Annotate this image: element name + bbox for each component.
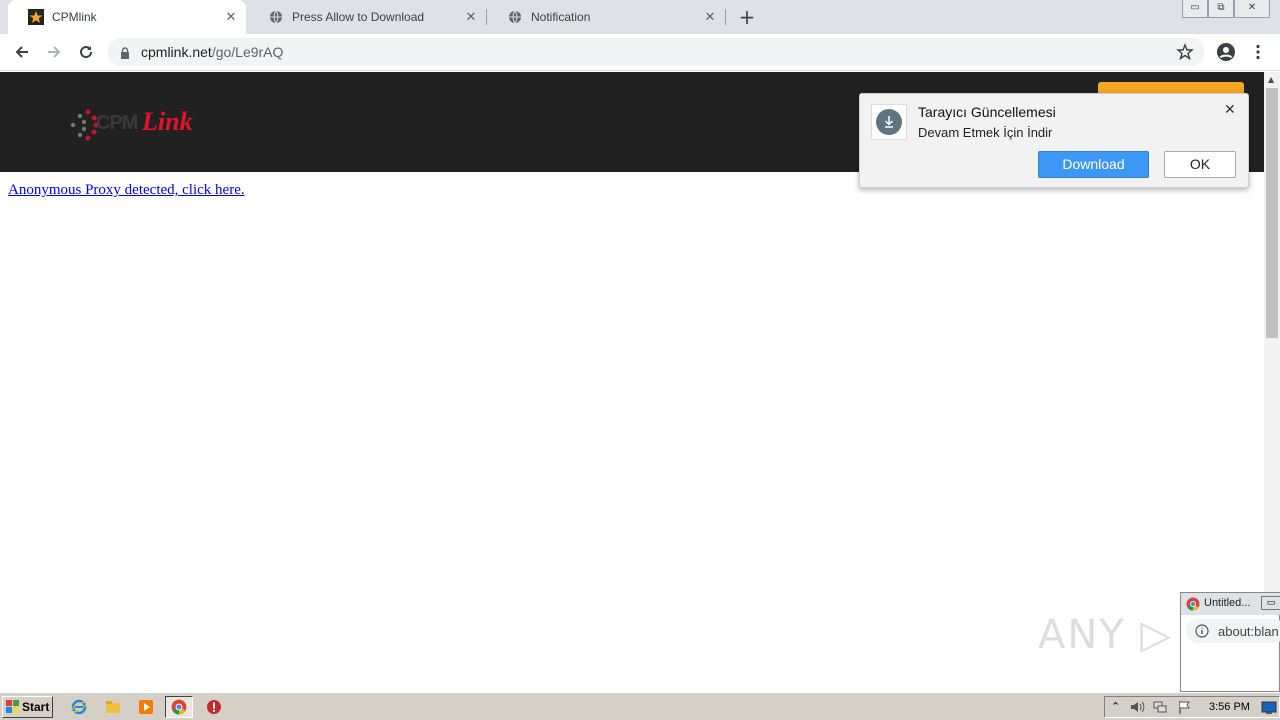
menu-button[interactable] [1246, 40, 1270, 64]
tab-label: CPMlink [52, 10, 97, 24]
scroll-up-arrow-icon[interactable]: ▲ [1268, 75, 1274, 84]
download-button[interactable]: Download [1038, 151, 1149, 178]
notification-message: Devam Etmek İçin İndir [918, 125, 1053, 140]
chrome-icon [171, 699, 187, 715]
logo-link-text: Link [142, 107, 193, 136]
mini-url-text: about:blan [1218, 624, 1279, 639]
tab-label: Press Allow to Download [292, 10, 425, 24]
start-label: Start [22, 700, 50, 714]
tab-label: Notification [531, 10, 591, 24]
tab-divider [725, 9, 726, 25]
internet-explorer-icon[interactable] [70, 698, 88, 716]
tab-press-allow[interactable]: Press Allow to Download ✕ [248, 0, 486, 34]
reload-icon [80, 46, 93, 59]
restore-button[interactable]: ⧉ [1208, 0, 1234, 18]
background-chrome-window[interactable]: Untitled... ▭ about:blan [1180, 592, 1280, 692]
action-center-flag-icon[interactable] [1177, 699, 1193, 719]
forward-button[interactable] [42, 40, 66, 64]
ok-button[interactable]: OK [1164, 151, 1236, 178]
url-text: cpmlink.net/go/Le9rAQ [141, 44, 284, 60]
address-bar[interactable]: cpmlink.net/go/Le9rAQ [108, 38, 1204, 66]
windows-taskbar: Start ⌃ 3:56 PM [0, 692, 1280, 720]
network-icon[interactable] [1152, 699, 1168, 719]
chrome-icon [1186, 597, 1200, 611]
profile-button[interactable] [1214, 40, 1238, 64]
start-button[interactable]: Start [2, 696, 53, 718]
close-tab-icon[interactable]: ✕ [224, 10, 238, 24]
reload-button[interactable] [74, 40, 98, 64]
browser-toolbar: cpmlink.net/go/Le9rAQ [0, 34, 1280, 71]
update-notification-popup: Tarayıcı Güncellemesi Devam Etmek İçin İ… [859, 93, 1249, 188]
volume-icon[interactable] [1129, 699, 1145, 719]
bookmark-star-icon[interactable] [1176, 43, 1194, 65]
anonymous-proxy-link[interactable]: Anonymous Proxy detected, click here. [8, 182, 245, 199]
close-window-button[interactable]: ✕ [1234, 0, 1270, 18]
chrome-taskbar-button[interactable] [165, 696, 193, 718]
tab-cpmlink[interactable]: CPMlink ✕ [8, 0, 246, 34]
lock-icon[interactable] [120, 45, 130, 64]
cpmlink-favicon-icon [28, 9, 44, 25]
mini-tab-label: Untitled... [1204, 597, 1251, 609]
back-button[interactable] [10, 40, 34, 64]
notification-title: Tarayıcı Güncellemesi [918, 104, 1056, 120]
download-icon [876, 109, 902, 135]
notification-close-icon[interactable]: ✕ [1224, 102, 1236, 118]
new-tab-button[interactable]: + [738, 7, 756, 27]
info-icon [1195, 624, 1209, 638]
taskbar-clock[interactable]: 3:56 PM [1209, 701, 1250, 713]
security-alert-icon[interactable] [205, 698, 223, 716]
mini-window-tab[interactable]: Untitled... ▭ [1181, 593, 1280, 615]
kebab-menu-icon [1256, 44, 1260, 60]
forward-arrow-icon [48, 46, 61, 58]
media-player-icon[interactable] [137, 698, 155, 716]
globe-icon [507, 9, 523, 25]
globe-icon [268, 9, 284, 25]
minimize-button[interactable]: ▭ [1182, 0, 1208, 18]
tray-expand-icon[interactable]: ⌃ [1111, 700, 1120, 713]
back-arrow-icon [15, 46, 28, 58]
mini-minimize-button[interactable]: ▭ [1261, 596, 1280, 610]
cpmlink-logo[interactable]: CPM Link [66, 102, 206, 142]
logo-cpm-text: CPM [96, 112, 138, 134]
scrollbar-thumb[interactable] [1266, 88, 1278, 338]
file-explorer-icon[interactable] [104, 698, 122, 716]
account-icon [1217, 43, 1235, 61]
system-tray: ⌃ 3:56 PM [1104, 696, 1280, 718]
close-tab-icon[interactable]: ✕ [464, 10, 478, 24]
show-desktop-icon[interactable] [1261, 700, 1277, 719]
notification-icon-box [871, 104, 907, 140]
windows-logo-icon [6, 700, 19, 713]
tab-strip: CPMlink ✕ Press Allow to Download ✕ Noti… [0, 0, 1280, 34]
tab-notification[interactable]: Notification ✕ [487, 0, 725, 34]
close-tab-icon[interactable]: ✕ [703, 10, 717, 24]
